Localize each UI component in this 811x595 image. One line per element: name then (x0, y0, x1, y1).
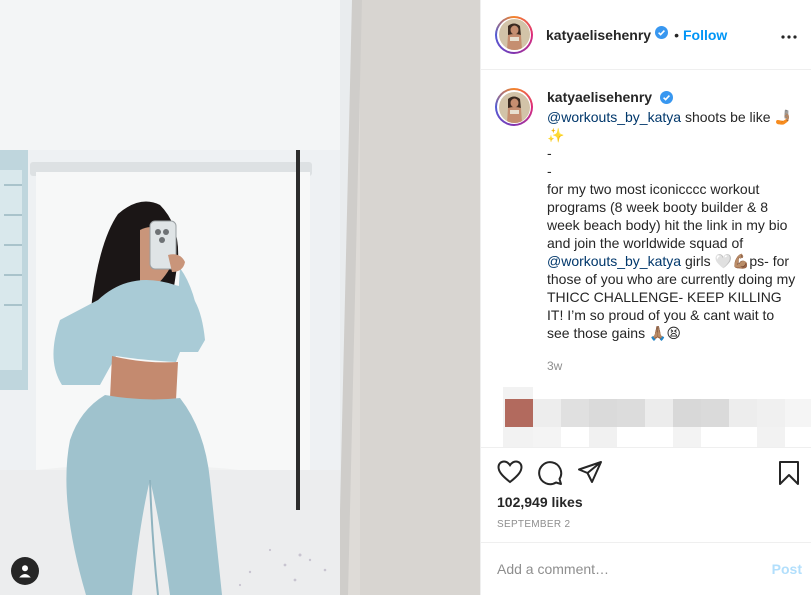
mention-link[interactable]: @workouts_by_katya (547, 253, 681, 269)
caption-timestamp[interactable]: 3w (547, 357, 797, 375)
post-image (0, 0, 480, 595)
mention-link[interactable]: @workouts_by_katya (547, 109, 681, 125)
more-options-icon[interactable] (781, 26, 797, 44)
post-side-panel: katyaelisehenry • Follow katyaelisehenry… (480, 0, 811, 595)
author-avatar[interactable] (495, 15, 533, 54)
caption-text: katyaelisehenry @workouts_by_katya shoot… (547, 88, 797, 375)
post-photo[interactable] (0, 0, 480, 595)
caption-line: for my two most iconicccc workout progra… (547, 181, 788, 251)
avatar-image (498, 91, 530, 123)
share-icon[interactable] (577, 460, 603, 489)
caption: katyaelisehenry @workouts_by_katya shoot… (481, 70, 811, 375)
post-actions: 102,949 likes SEPTEMBER 2 (481, 447, 811, 542)
post-header: katyaelisehenry • Follow (481, 0, 811, 70)
caption-username[interactable]: katyaelisehenry (547, 89, 652, 105)
separator-dot: • (674, 26, 679, 43)
like-count[interactable]: 102,949 likes (497, 494, 583, 510)
caption-dash: - (547, 163, 552, 179)
caption-dash: - (547, 145, 552, 161)
verified-badge-icon (655, 25, 669, 44)
comment-icon[interactable] (537, 460, 563, 491)
post-comment-button[interactable]: Post (772, 561, 802, 577)
caption-avatar[interactable] (495, 88, 533, 126)
post-date[interactable]: SEPTEMBER 2 (497, 519, 570, 530)
user-tag-button[interactable] (11, 557, 39, 585)
user-tag-icon (19, 565, 31, 578)
bookmark-icon[interactable] (778, 460, 800, 491)
add-comment-bar: Post (481, 542, 811, 595)
follow-button[interactable]: Follow (683, 27, 727, 43)
author-username[interactable]: katyaelisehenry (546, 27, 651, 43)
blurred-comment (503, 387, 811, 447)
avatar-image (498, 19, 530, 50)
heart-icon[interactable] (497, 460, 523, 489)
verified-badge-icon (659, 90, 673, 108)
comment-input[interactable] (497, 561, 772, 577)
